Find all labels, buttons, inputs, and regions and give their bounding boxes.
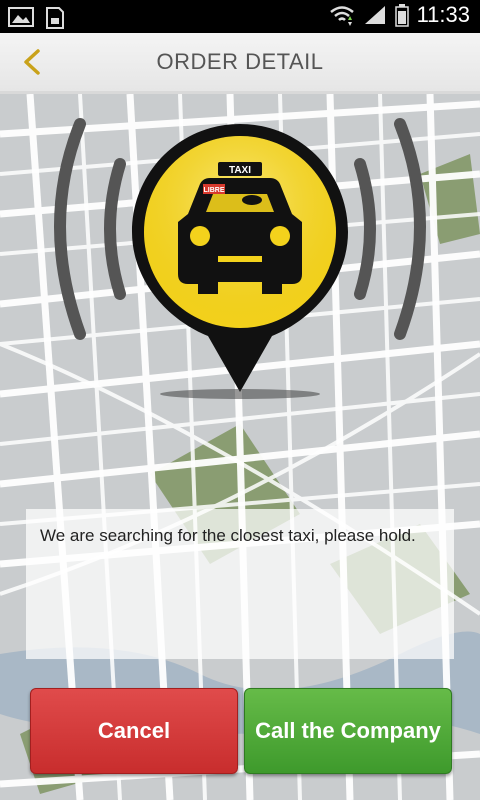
signal-icon <box>364 6 385 24</box>
page-title: ORDER DETAIL <box>156 49 324 74</box>
clock: 11:33 <box>416 2 470 27</box>
cancel-button[interactable]: Cancel <box>30 688 238 774</box>
app-header: ORDER DETAIL <box>0 33 480 94</box>
sd-card-icon <box>46 7 64 29</box>
libre-sign-label: LIBRE <box>204 187 225 194</box>
status-message-panel: We are searching for the closest taxi, p… <box>26 509 454 659</box>
taxi-pin-icon: TAXI LIBRE <box>54 118 426 399</box>
image-icon <box>8 7 34 27</box>
wifi-icon <box>329 6 354 26</box>
status-bar: 11:33 <box>0 0 480 33</box>
status-message: We are searching for the closest taxi, p… <box>40 526 416 545</box>
taxi-sign-label: TAXI <box>229 165 251 176</box>
call-company-button[interactable]: Call the Company <box>244 688 452 774</box>
battery-icon <box>394 4 409 27</box>
